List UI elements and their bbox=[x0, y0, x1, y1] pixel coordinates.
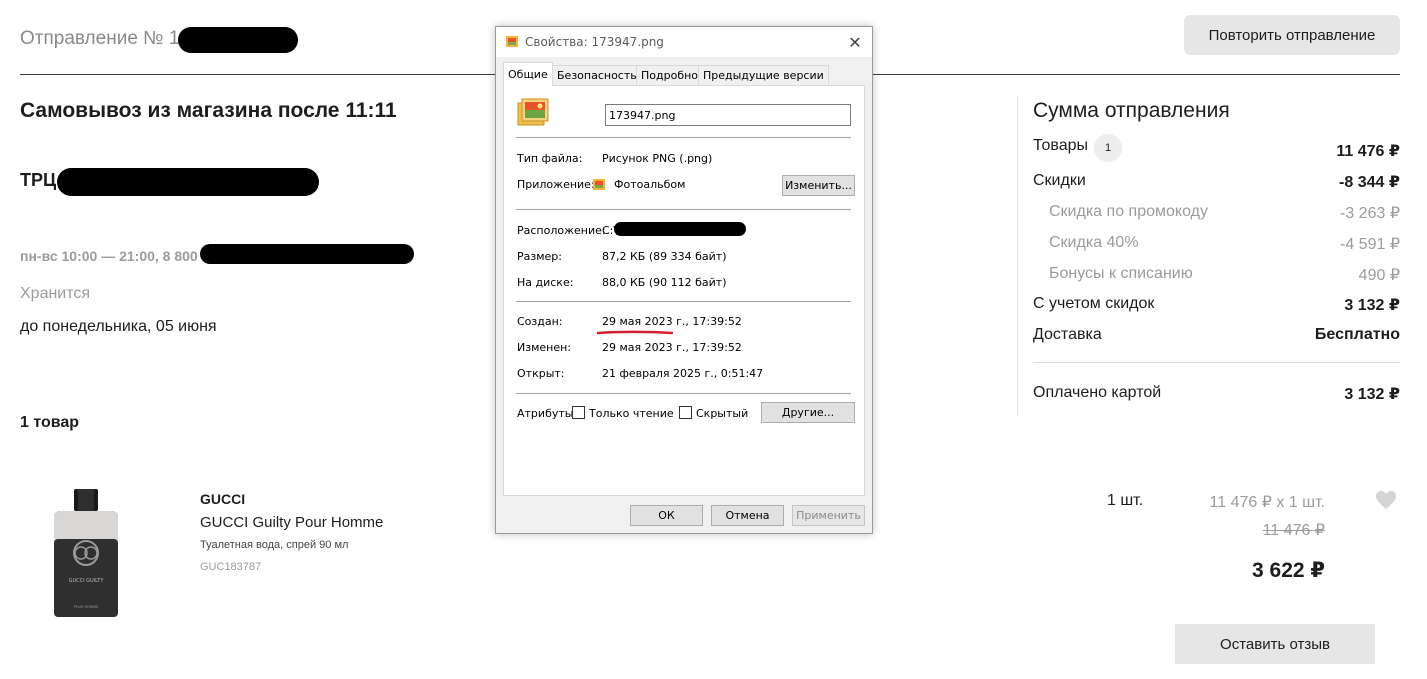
redaction-store-name bbox=[57, 168, 319, 196]
order-title: Отправление № 1 bbox=[20, 28, 180, 49]
dialog-title: Свойства: 173947.png bbox=[525, 35, 664, 49]
leave-review-button[interactable]: Оставить отзыв bbox=[1175, 624, 1375, 664]
readonly-label: Только чтение bbox=[589, 407, 674, 420]
location-label: Расположение: bbox=[517, 224, 606, 237]
hidden-label: Скрытый bbox=[696, 407, 749, 420]
filename-input[interactable] bbox=[605, 104, 851, 126]
summary-divider-vertical bbox=[1017, 96, 1018, 416]
apply-button[interactable]: Применить bbox=[792, 505, 865, 526]
tab-details[interactable]: Подробно bbox=[636, 65, 704, 85]
app-value: Фотоальбом bbox=[614, 178, 686, 191]
summary-paid-value: 3 132 ₽ bbox=[1344, 386, 1400, 403]
summary-promo-label: Скидка по промокоду bbox=[1049, 203, 1208, 220]
file-properties-dialog: Свойства: 173947.png ✕ Общие Безопасност… bbox=[495, 26, 873, 534]
product-brand: GUCCI bbox=[200, 491, 246, 507]
product-old-price: 11 476 ₽ bbox=[1262, 522, 1325, 539]
size-value: 87,2 КБ (89 334 байт) bbox=[602, 250, 727, 263]
summary-delivery-value: Бесплатно bbox=[1314, 326, 1400, 343]
summary-row-discount-40: Скидка 40% -4 591 ₽ bbox=[1033, 234, 1400, 258]
dialog-separator bbox=[516, 301, 851, 302]
summary-paid-label: Оплачено картой bbox=[1033, 384, 1162, 401]
product-unit-price: 11 476 ₽ x 1 шт. bbox=[1209, 494, 1325, 511]
goods-count-badge: 1 bbox=[1094, 134, 1122, 162]
pickup-title: Самовывоз из магазина после 11:11 bbox=[20, 99, 397, 122]
product-name[interactable]: GUCCI Guilty Pour Homme bbox=[200, 514, 383, 531]
summary-bonus-value: 490 ₽ bbox=[1358, 267, 1400, 284]
readonly-checkbox[interactable] bbox=[572, 406, 585, 419]
created-label: Создан: bbox=[517, 315, 563, 328]
product-image-label: GUCCI GUILTY bbox=[69, 578, 105, 584]
disk-size-value: 88,0 КБ (90 112 байт) bbox=[602, 276, 727, 289]
summary-d40-value: -4 591 ₽ bbox=[1340, 236, 1400, 253]
summary-row-paid: Оплачено картой 3 132 ₽ bbox=[1033, 384, 1400, 408]
redaction-order-number bbox=[178, 27, 298, 53]
store-hours: пн-вс 10:00 — 21:00, 8 800 bbox=[20, 248, 198, 264]
opened-label: Открыт: bbox=[517, 367, 565, 380]
summary-row-discounts: Скидки -8 344 ₽ bbox=[1033, 172, 1400, 196]
tab-general[interactable]: Общие bbox=[503, 62, 553, 86]
stored-until: до понедельника, 05 июня bbox=[20, 318, 217, 335]
change-app-button[interactable]: Изменить... bbox=[782, 175, 855, 196]
opened-value: 21 февраля 2025 г., 0:51:47 bbox=[602, 367, 764, 380]
product-description: Туалетная вода, спрей 90 мл bbox=[200, 539, 349, 551]
modified-label: Изменен: bbox=[517, 341, 572, 354]
dialog-separator bbox=[516, 393, 851, 394]
product-image[interactable]: GUCCI GUILTY POUR HOMME bbox=[50, 487, 122, 619]
red-underline-annotation bbox=[597, 330, 673, 335]
product-qty: 1 шт. bbox=[1107, 492, 1144, 509]
photo-album-icon bbox=[593, 179, 605, 190]
favorite-heart-icon[interactable] bbox=[1374, 488, 1398, 512]
summary-with-discount-label: С учетом скидок bbox=[1033, 295, 1155, 312]
summary-goods-value: 11 476 ₽ bbox=[1336, 143, 1400, 160]
items-count: 1 товар bbox=[20, 414, 80, 431]
summary-bonus-label: Бонусы к списанию bbox=[1049, 265, 1193, 282]
file-type-value: Рисунок PNG (.png) bbox=[602, 152, 713, 165]
modified-value: 29 мая 2023 г., 17:39:52 bbox=[602, 341, 742, 354]
created-value: 29 мая 2023 г., 17:39:52 bbox=[602, 315, 742, 328]
summary-row-with-discount: С учетом скидок 3 132 ₽ bbox=[1033, 295, 1400, 319]
summary-with-discount-value: 3 132 ₽ bbox=[1344, 297, 1400, 314]
general-tab-panel bbox=[503, 85, 865, 496]
repeat-shipment-button[interactable]: Повторить отправление bbox=[1184, 15, 1400, 55]
redaction-location bbox=[614, 222, 746, 236]
summary-d40-label: Скидка 40% bbox=[1049, 234, 1139, 251]
dialog-separator bbox=[516, 209, 851, 210]
disk-size-label: На диске: bbox=[517, 276, 574, 289]
summary-row-promo: Скидка по промокоду -3 263 ₽ bbox=[1033, 203, 1400, 227]
image-file-icon bbox=[517, 98, 549, 126]
cancel-button[interactable]: Отмена bbox=[711, 505, 784, 526]
product-image-sublabel: POUR HOMME bbox=[74, 605, 99, 609]
summary-row-goods: Товары 11 476 ₽ bbox=[1033, 137, 1400, 161]
hidden-checkbox[interactable] bbox=[679, 406, 692, 419]
close-icon[interactable]: ✕ bbox=[844, 32, 866, 52]
redaction-phone bbox=[200, 244, 414, 264]
summary-promo-value: -3 263 ₽ bbox=[1340, 205, 1400, 222]
dialog-titlebar[interactable]: Свойства: 173947.png ✕ bbox=[496, 27, 872, 57]
ok-button[interactable]: ОК bbox=[630, 505, 703, 526]
attributes-label: Атрибуты: bbox=[517, 407, 578, 420]
app-label: Приложение: bbox=[517, 178, 595, 191]
product-sku: GUC183787 bbox=[200, 561, 262, 573]
other-attributes-button[interactable]: Другие... bbox=[761, 402, 855, 423]
summary-goods-label: Товары bbox=[1033, 137, 1089, 154]
summary-divider bbox=[1033, 362, 1400, 363]
summary-title: Сумма отправления bbox=[1033, 99, 1230, 122]
file-type-label: Тип файла: bbox=[517, 152, 583, 165]
stored-label: Хранится bbox=[20, 285, 91, 302]
dialog-separator bbox=[516, 137, 851, 138]
summary-delivery-label: Доставка bbox=[1033, 326, 1102, 343]
tab-previous-versions[interactable]: Предыдущие версии bbox=[698, 65, 829, 85]
summary-discounts-label: Скидки bbox=[1033, 172, 1086, 189]
summary-row-delivery: Доставка Бесплатно bbox=[1033, 326, 1400, 350]
product-final-price: 3 622 ₽ bbox=[1252, 559, 1325, 582]
size-label: Размер: bbox=[517, 250, 562, 263]
summary-row-bonus: Бонусы к списанию 490 ₽ bbox=[1033, 265, 1400, 289]
tab-security[interactable]: Безопасность bbox=[552, 65, 642, 85]
summary-discounts-value: -8 344 ₽ bbox=[1339, 174, 1400, 191]
photo-file-icon bbox=[506, 36, 518, 47]
